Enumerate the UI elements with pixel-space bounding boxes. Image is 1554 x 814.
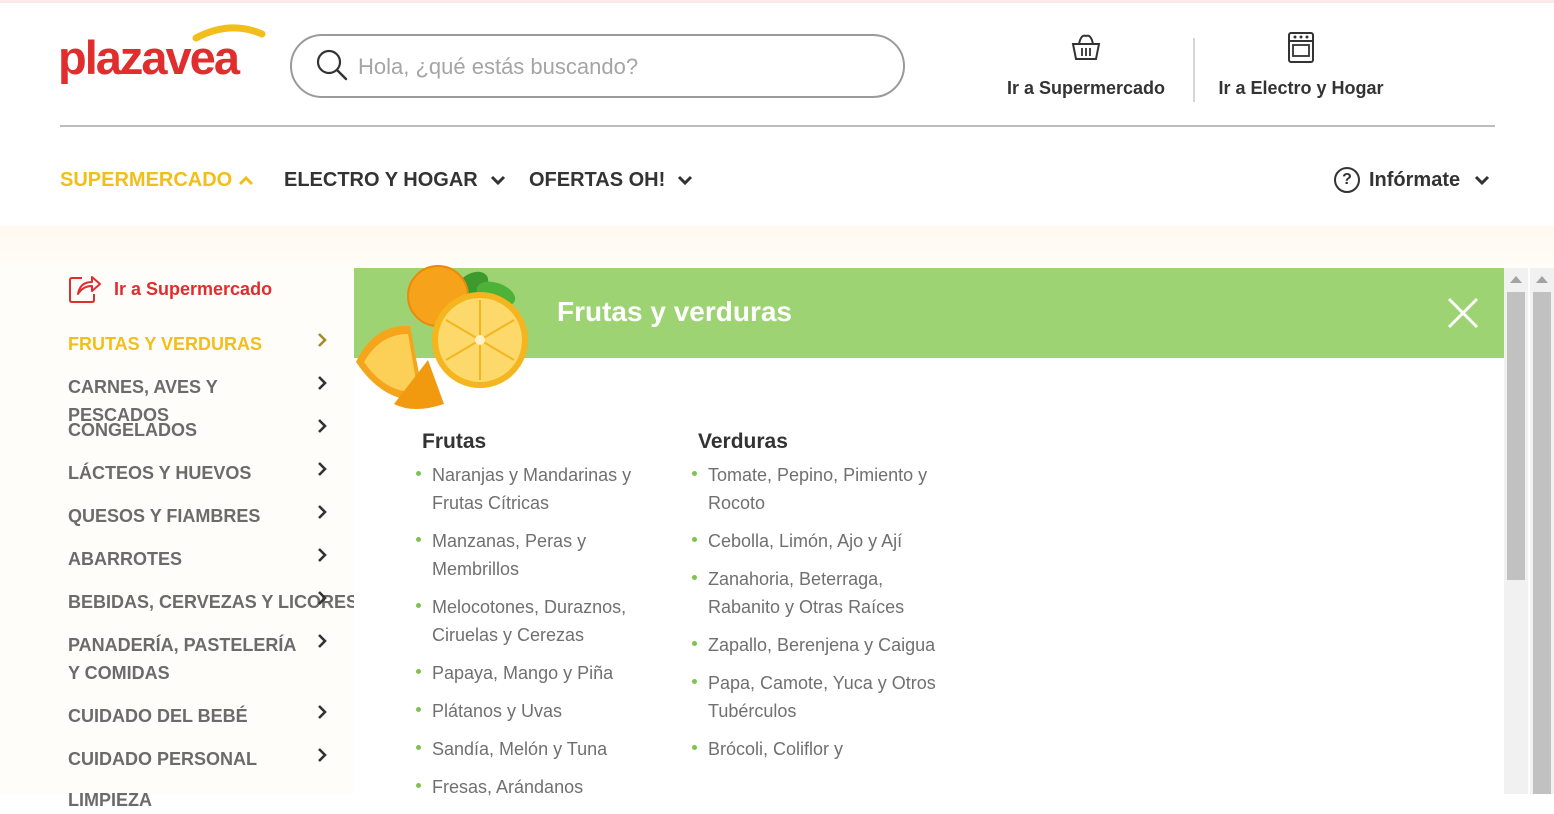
sidebar-item-bebidas[interactable]: BEBIDAS, CERVEZAS Y LICORES [68, 588, 358, 616]
question-icon: ? [1334, 167, 1360, 193]
nav-ofertas-oh[interactable]: OFERTAS OH! [529, 166, 693, 194]
svg-text:plazavea: plazavea [58, 31, 241, 84]
sidebar-item-label: CUIDADO PERSONAL [68, 749, 258, 769]
scroll-up-arrow-icon[interactable] [1510, 276, 1522, 283]
column-heading-verduras[interactable]: Verduras [698, 430, 788, 454]
page-scrollbar[interactable] [1530, 268, 1554, 794]
sidebar-item-panaderia[interactable]: PANADERÍA, PASTELERÍA Y COMIDAS [68, 631, 338, 687]
scrollbar-thumb[interactable] [1507, 292, 1525, 580]
chevron-up-icon [239, 175, 254, 186]
search-input[interactable] [358, 48, 878, 86]
subcategory-link[interactable]: Zanahoria, Beterraga, Rabanito y Otras R… [692, 565, 944, 621]
subcategory-link[interactable]: Fresas, Arándanos [416, 773, 668, 801]
goto-electro-label: Ir a Electro y Hogar [1218, 78, 1384, 98]
share-arrow-icon [69, 276, 101, 303]
chevron-right-icon [318, 419, 327, 433]
subcategory-link[interactable]: Manzanas, Peras y Membrillos [416, 527, 668, 583]
sidebar-item-cuidado-bebe[interactable]: CUIDADO DEL BEBÉ [68, 702, 338, 730]
nav-ofertas-oh-label: OFERTAS OH! [529, 168, 666, 191]
verduras-subcategory-list: Tomate, Pepino, Pimiento y Rocoto Ceboll… [692, 461, 944, 773]
chevron-down-icon [678, 175, 693, 186]
header-separator [1193, 38, 1195, 102]
sidebar-item-label: LÁCTEOS Y HUEVOS [68, 463, 252, 483]
subcategory-link[interactable]: Brócoli, Coliflor y [692, 735, 944, 763]
chevron-right-icon [318, 705, 327, 719]
category-sidebar: Ir a Supermercado FRUTAS Y VERDURAS CARN… [0, 268, 358, 810]
search-icon[interactable] [314, 48, 350, 84]
mega-menu-title: Frutas y verduras [557, 296, 792, 327]
nav-supermercado[interactable]: SUPERMERCADO [60, 166, 254, 194]
orange-fruit-image [356, 265, 528, 409]
sidebar-item-label: LIMPIEZA [68, 790, 152, 810]
sidebar-goto-supermarket[interactable]: Ir a Supermercado [68, 274, 272, 304]
scroll-up-arrow-icon[interactable] [1536, 276, 1548, 283]
nav-supermercado-label: SUPERMERCADO [60, 168, 233, 191]
subcategory-link[interactable]: Melocotones, Duraznos, Ciruelas y Cereza… [416, 593, 668, 649]
goto-supermarket-label: Ir a Supermercado [1006, 78, 1166, 98]
subcategory-link[interactable]: Papaya, Mango y Piña [416, 659, 668, 687]
sidebar-item-label: ABARROTES [68, 549, 183, 569]
goto-electro-link[interactable]: Ir a Electro y Hogar [1208, 30, 1394, 99]
sidebar-item-lacteos[interactable]: LÁCTEOS Y HUEVOS [68, 459, 338, 487]
nav-electro-hogar-label: ELECTRO Y HOGAR [284, 168, 478, 191]
sidebar-item-limpieza[interactable]: LIMPIEZA [68, 786, 338, 814]
subcategory-link[interactable]: Cebolla, Limón, Ajo y Ají [692, 527, 944, 555]
sidebar-item-frutas-verduras[interactable]: FRUTAS Y VERDURAS [68, 330, 338, 358]
nav-informate[interactable]: ? Infórmate [1334, 166, 1490, 194]
header-divider [60, 125, 1495, 127]
stove-icon [1288, 32, 1314, 63]
chevron-right-icon [318, 333, 327, 347]
sidebar-item-congelados[interactable]: CONGELADOS [68, 416, 338, 444]
chevron-right-icon [318, 376, 327, 390]
chevron-right-icon [318, 634, 327, 648]
sidebar-item-label: BEBIDAS, CERVEZAS Y LICORES [68, 592, 359, 612]
sidebar-item-quesos[interactable]: QUESOS Y FIAMBRES [68, 502, 338, 530]
basket-icon [1071, 34, 1101, 60]
chevron-right-icon [318, 591, 327, 605]
sidebar-item-label: CUIDADO DEL BEBÉ [68, 706, 248, 726]
chevron-right-icon [318, 505, 327, 519]
subcategory-link[interactable]: Zapallo, Berenjena y Caigua [692, 631, 944, 659]
sidebar-item-label: QUESOS Y FIAMBRES [68, 506, 261, 526]
chevron-right-icon [318, 462, 327, 476]
sidebar-item-label: PANADERÍA, PASTELERÍA Y COMIDAS [68, 635, 296, 683]
plazavea-logo[interactable]: plazavea [58, 24, 268, 96]
sidebar-item-label: CONGELADOS [68, 420, 198, 440]
mega-menu-scrollbar[interactable] [1504, 268, 1528, 794]
frutas-subcategory-list: Naranjas y Mandarinas y Frutas Cítricas … [416, 461, 668, 811]
chevron-right-icon [318, 548, 327, 562]
category-mega-menu: Frutas y verduras Frutas Naranjas y Mand… [354, 265, 1504, 797]
subcategory-link[interactable]: Sandía, Melón y Tuna [416, 735, 668, 763]
nav-informate-label: Infórmate [1369, 168, 1461, 191]
goto-supermarket-link[interactable]: Ir a Supermercado [996, 30, 1176, 99]
subcategory-link[interactable]: Tomate, Pepino, Pimiento y Rocoto [692, 461, 944, 517]
chevron-down-icon [1475, 175, 1490, 186]
sidebar-item-label: FRUTAS Y VERDURAS [68, 334, 263, 354]
scrollbar-thumb[interactable] [1533, 292, 1551, 794]
subcategory-link[interactable]: Naranjas y Mandarinas y Frutas Cítricas [416, 461, 668, 517]
chevron-down-icon [490, 175, 505, 186]
sidebar-goto-label: Ir a Supermercado [114, 278, 273, 299]
column-heading-frutas[interactable]: Frutas [422, 430, 486, 454]
nav-electro-hogar[interactable]: ELECTRO Y HOGAR [284, 166, 506, 194]
subcategory-link[interactable]: Papa, Camote, Yuca y Otros Tubérculos [692, 669, 944, 725]
sidebar-item-cuidado-personal[interactable]: CUIDADO PERSONAL [68, 745, 338, 773]
subcategory-link[interactable]: Plátanos y Uvas [416, 697, 668, 725]
close-icon[interactable] [1446, 296, 1480, 330]
top-accent-line [0, 0, 1554, 3]
chevron-right-icon [318, 748, 327, 762]
search-bar[interactable] [290, 34, 905, 98]
sidebar-item-abarrotes[interactable]: ABARROTES [68, 545, 338, 573]
background-banner-top [0, 226, 1554, 268]
